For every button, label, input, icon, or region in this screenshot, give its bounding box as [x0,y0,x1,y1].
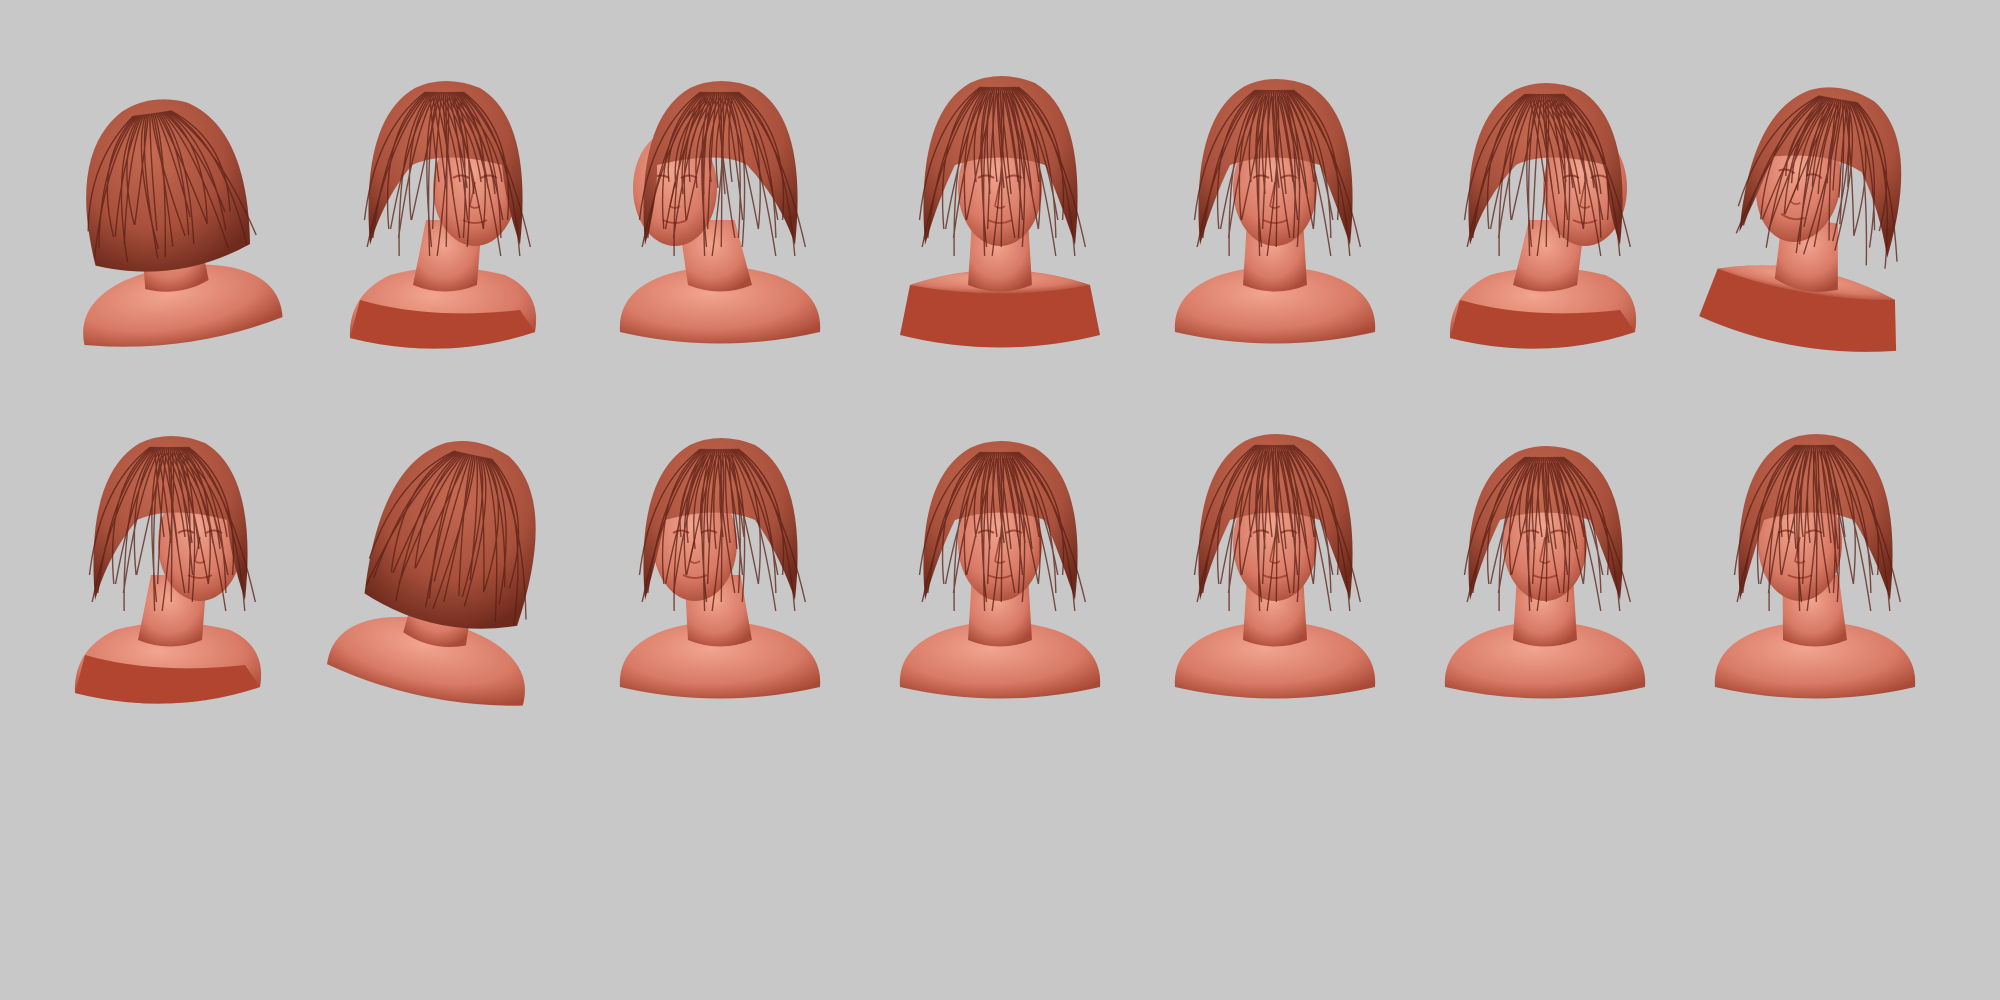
bust-render [1699,87,1902,352]
bust-view-three-quarter-right [320,70,570,400]
bust-render [1449,83,1637,349]
bust-render [327,440,536,706]
bust-render [83,99,283,347]
render-viewport [0,0,2000,1000]
bust-render [1444,446,1646,699]
bust-view-top-down [1420,425,1670,755]
bust-render [900,76,1100,348]
bust-view-back-three-quarter-right [1420,70,1670,400]
bust-render [1714,434,1916,699]
bust-render [1174,434,1376,699]
bust-view-front [1150,70,1400,400]
bust-render [74,436,262,704]
bust-render [619,438,821,699]
bust-render [349,81,537,349]
bust-view-front-low [875,70,1125,400]
bust-view-three-quarter-left-high [1690,70,1940,400]
bust-render [899,441,1101,699]
bust-render [1174,79,1376,344]
bust-view-front-high [875,425,1125,755]
bust-view-three-quarter-left [595,425,845,755]
bust-view-profile-left [595,70,845,400]
bust-view-back-left [45,70,295,400]
bust-render [619,81,821,344]
bust-view-front [1150,425,1400,755]
bust-view-top-back [320,425,570,755]
bust-view-three-quarter-left-low [1690,425,1940,755]
bust-view-three-quarter-right [45,425,295,755]
